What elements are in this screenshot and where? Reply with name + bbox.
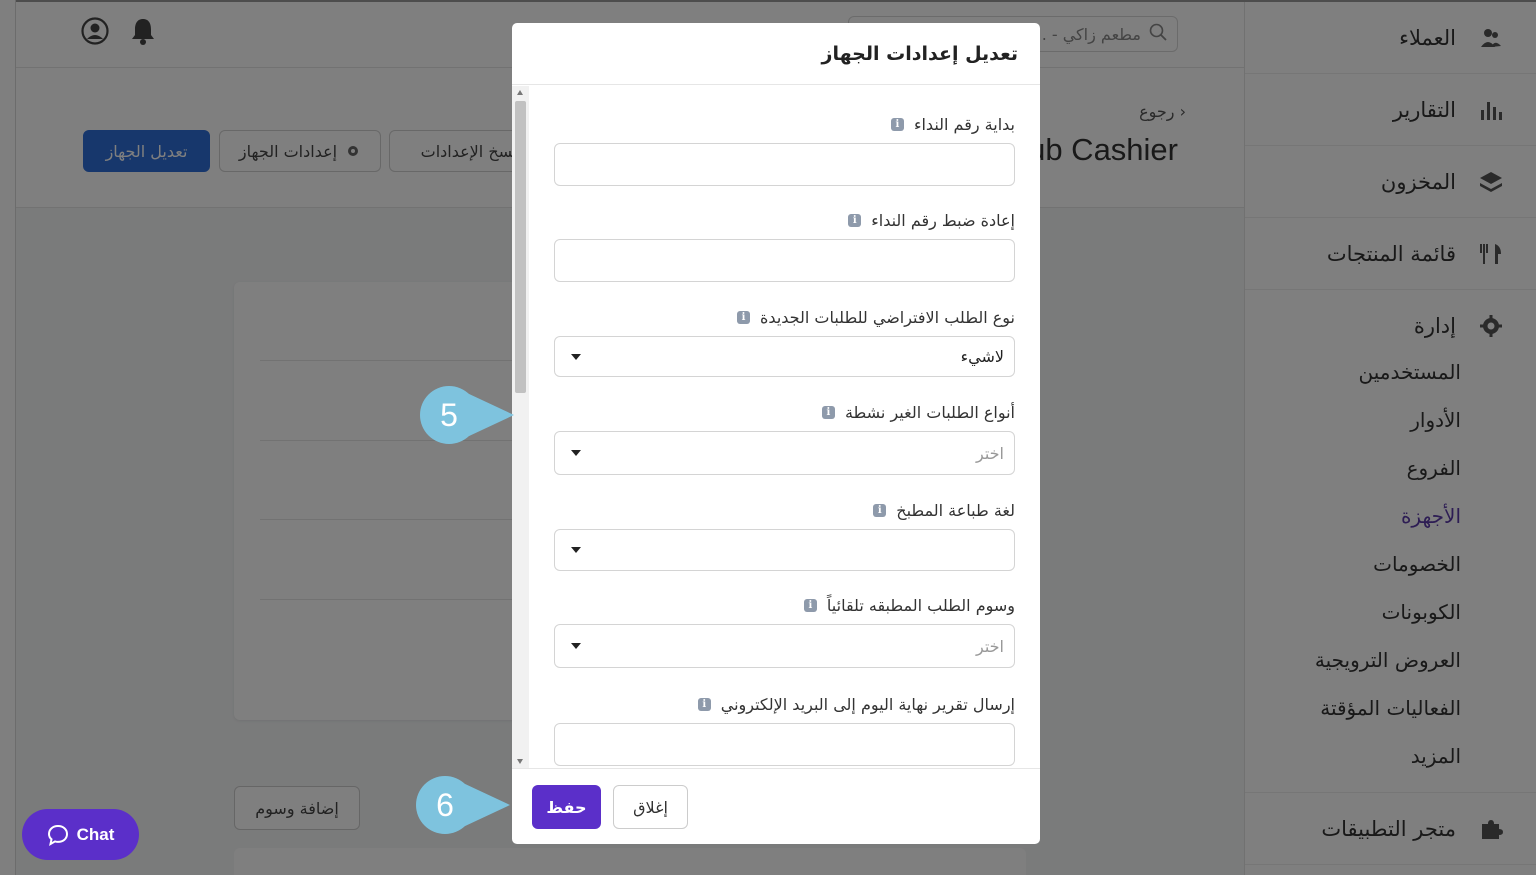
call-number-start-field: بداية رقم النداء i: [554, 113, 1015, 186]
field-label: نوع الطلب الافتراضي للطلبات الجديدة: [760, 307, 1015, 327]
callout-marker-6: 6: [415, 775, 511, 835]
chat-bubble-icon: [47, 824, 69, 846]
info-icon[interactable]: i: [821, 405, 835, 419]
info-icon[interactable]: i: [803, 598, 817, 612]
chat-button[interactable]: Chat: [22, 809, 139, 860]
kitchen-print-language-field: لغة طباعة المطبخ i: [554, 499, 1015, 571]
eod-report-email-field: إرسال تقرير نهاية اليوم إلى البريد الإلك…: [554, 693, 1015, 766]
eod-report-email-input[interactable]: [554, 723, 1015, 766]
close-button[interactable]: إغلاق: [613, 785, 688, 829]
inactive-order-types-select[interactable]: اختر: [554, 431, 1015, 475]
call-number-reset-field: إعادة ضبط رقم النداء i: [554, 209, 1015, 282]
caret-down-icon: [571, 450, 581, 456]
call-number-reset-input[interactable]: [554, 239, 1015, 282]
kitchen-print-language-select[interactable]: [554, 529, 1015, 571]
callout-marker-5: 5: [419, 385, 515, 445]
field-label: بداية رقم النداء: [913, 114, 1015, 134]
scrollbar-thumb[interactable]: [515, 101, 526, 393]
field-label: إرسال تقرير نهاية اليوم إلى البريد الإلك…: [720, 694, 1015, 714]
modal-footer: حفظ إغلاق: [512, 768, 1040, 844]
inactive-order-types-field: أنواع الطلبات الغير نشطة i اختر: [554, 401, 1015, 475]
scroll-up-arrow-icon[interactable]: [517, 90, 523, 95]
scroll-down-arrow-icon[interactable]: [517, 759, 523, 764]
info-icon[interactable]: i: [848, 213, 862, 227]
caret-down-icon: [571, 643, 581, 649]
field-label: إعادة ضبط رقم النداء: [871, 210, 1015, 230]
info-icon[interactable]: i: [737, 310, 751, 324]
caret-down-icon: [571, 547, 581, 553]
caret-down-icon: [571, 353, 581, 360]
info-icon[interactable]: i: [873, 503, 887, 517]
field-label: أنواع الطلبات الغير نشطة: [844, 402, 1015, 422]
auto-order-tags-select[interactable]: اختر: [554, 624, 1015, 668]
info-icon[interactable]: i: [890, 117, 904, 131]
auto-order-tags-field: وسوم الطلب المطبقه تلقائياً i اختر: [554, 594, 1015, 668]
field-label: لغة طباعة المطبخ: [896, 500, 1015, 520]
call-number-start-input[interactable]: [554, 143, 1015, 186]
modal-title: تعديل إعدادات الجهاز: [512, 23, 1040, 85]
default-order-type-select[interactable]: لاشيء: [554, 336, 1015, 377]
save-button[interactable]: حفظ: [532, 785, 601, 829]
edit-device-settings-modal: تعديل إعدادات الجهاز بداية رقم النداء i إ…: [512, 23, 1040, 844]
default-order-type-field: نوع الطلب الافتراضي للطلبات الجديدة i لاش…: [554, 306, 1015, 377]
modal-body: بداية رقم النداء i إعادة ضبط رقم النداء i …: [512, 86, 1040, 768]
field-label: وسوم الطلب المطبقه تلقائياً: [826, 595, 1015, 615]
info-icon[interactable]: i: [697, 697, 711, 711]
